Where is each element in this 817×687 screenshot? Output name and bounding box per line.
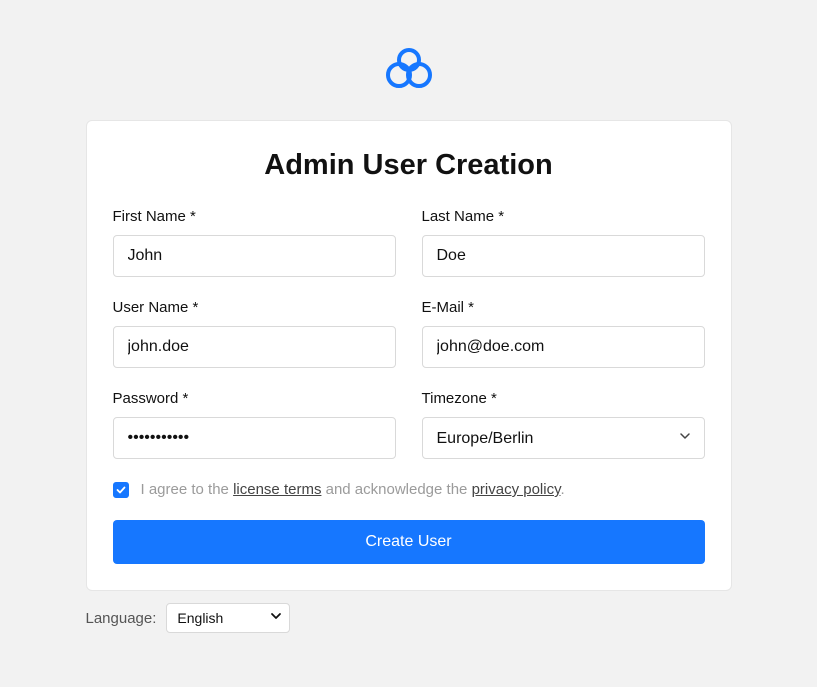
last-name-label: Last Name * <box>422 208 705 225</box>
first-name-label: First Name * <box>113 208 396 225</box>
page-title: Admin User Creation <box>113 149 705 182</box>
agreement-middle: and acknowledge the <box>321 481 471 498</box>
privacy-policy-link[interactable]: privacy policy <box>472 481 561 498</box>
language-select[interactable]: English <box>166 603 290 633</box>
first-name-input[interactable] <box>113 235 396 277</box>
email-label: E-Mail * <box>422 299 705 316</box>
last-name-input[interactable] <box>422 235 705 277</box>
agreement-text: I agree to the license terms and acknowl… <box>141 481 565 498</box>
create-user-button[interactable]: Create User <box>113 520 705 564</box>
license-terms-link[interactable]: license terms <box>233 481 321 498</box>
user-name-label: User Name * <box>113 299 396 316</box>
email-input[interactable] <box>422 326 705 368</box>
user-name-input[interactable] <box>113 326 396 368</box>
language-label: Language: <box>86 610 157 627</box>
timezone-select[interactable]: Europe/Berlin <box>422 417 705 459</box>
agreement-suffix: . <box>560 481 564 498</box>
password-label: Password * <box>113 390 396 407</box>
password-input[interactable] <box>113 417 396 459</box>
agreement-prefix: I agree to the <box>141 481 234 498</box>
agreement-checkbox[interactable] <box>113 482 129 498</box>
timezone-label: Timezone * <box>422 390 705 407</box>
cloud-logo-icon <box>381 40 437 96</box>
admin-user-creation-card: Admin User Creation First Name * Last Na… <box>86 120 732 591</box>
